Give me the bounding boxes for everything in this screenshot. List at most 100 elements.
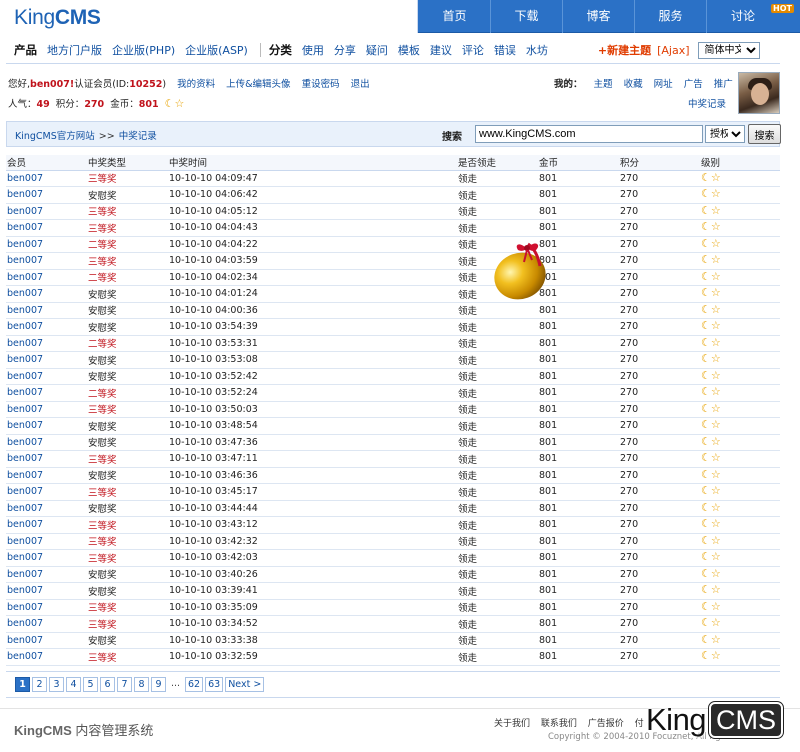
- member-link[interactable]: ben007: [7, 602, 43, 613]
- page-link[interactable]: 4: [66, 677, 81, 692]
- member-link[interactable]: ben007: [7, 635, 43, 646]
- nav-home[interactable]: 首页: [419, 0, 491, 33]
- page-link[interactable]: 2: [32, 677, 47, 692]
- page-link[interactable]: 6: [100, 677, 115, 692]
- member-link[interactable]: ben007: [7, 437, 43, 448]
- my-promotion-link[interactable]: 推广: [714, 79, 733, 90]
- member-link[interactable]: ben007: [7, 206, 43, 217]
- member-link[interactable]: ben007: [7, 486, 43, 497]
- my-urls-link[interactable]: 网址: [654, 79, 673, 90]
- member-link[interactable]: ben007: [7, 618, 43, 629]
- category-link-water[interactable]: 水坊: [526, 42, 548, 58]
- my-ads-link[interactable]: 广告: [684, 79, 703, 90]
- nav-download[interactable]: 下载: [491, 0, 563, 33]
- member-link[interactable]: ben007: [7, 272, 43, 283]
- next-page-button[interactable]: Next >: [225, 677, 265, 692]
- member-link[interactable]: ben007: [7, 173, 43, 184]
- star-icon: ☆: [710, 253, 721, 267]
- member-link[interactable]: ben007: [7, 470, 43, 481]
- moon-icon: ☾: [701, 500, 711, 514]
- language-select[interactable]: 简体中文: [697, 41, 760, 59]
- member-link[interactable]: ben007: [7, 189, 43, 200]
- cell-coins: 801: [538, 533, 619, 550]
- member-link[interactable]: ben007: [7, 536, 43, 547]
- member-link[interactable]: ben007: [7, 404, 43, 415]
- member-link[interactable]: ben007: [7, 387, 43, 398]
- avatar[interactable]: [738, 72, 780, 114]
- star-icon: ☆: [710, 418, 721, 432]
- upload-avatar-link[interactable]: 上传&编辑头像: [226, 79, 290, 90]
- product-link-asp[interactable]: 企业版(ASP): [185, 42, 248, 58]
- page-link[interactable]: 7: [117, 677, 132, 692]
- col-prize-time: 中奖时间: [168, 155, 457, 171]
- category-link-use[interactable]: 使用: [302, 42, 324, 58]
- member-link[interactable]: ben007: [7, 305, 43, 316]
- category-link-error[interactable]: 错误: [494, 42, 516, 58]
- search-input[interactable]: [475, 125, 703, 143]
- member-link[interactable]: ben007: [7, 338, 43, 349]
- member-link[interactable]: ben007: [7, 552, 43, 563]
- table-row: ben007 安慰奖 10-10-10 03:53:08 领走 801 270 ☾☆: [6, 351, 780, 369]
- member-link[interactable]: ben007: [7, 420, 43, 431]
- page-link[interactable]: 63: [205, 677, 224, 692]
- footer-contact-link[interactable]: 联系我们: [541, 719, 577, 729]
- nav-discuss[interactable]: 讨论: [707, 0, 779, 33]
- member-link[interactable]: ben007: [7, 585, 43, 596]
- nav-blog[interactable]: 博客: [563, 0, 635, 33]
- breadcrumb-current[interactable]: 中奖记录: [119, 131, 157, 142]
- reset-password-link[interactable]: 重设密码: [302, 79, 340, 90]
- breadcrumb-home[interactable]: KingCMS官方网站: [15, 131, 95, 142]
- golden-egg-icon[interactable]: [490, 238, 556, 302]
- member-link[interactable]: ben007: [7, 569, 43, 580]
- my-links: 我的： 主题 收藏 网址 广告 推广: [554, 76, 733, 90]
- category-link-question[interactable]: 疑问: [366, 42, 388, 58]
- cell-prize-type: 安慰奖: [87, 632, 168, 649]
- member-link[interactable]: ben007: [7, 651, 43, 662]
- member-link[interactable]: ben007: [7, 288, 43, 299]
- page-link[interactable]: 3: [49, 677, 64, 692]
- cell-member: ben007: [6, 252, 87, 270]
- member-link[interactable]: ben007: [7, 371, 43, 382]
- category-link-template[interactable]: 模板: [398, 42, 420, 58]
- footer-pay-link[interactable]: 付: [635, 719, 644, 729]
- cell-claimed: 领走: [457, 368, 538, 385]
- moon-icon: ☾: [701, 220, 711, 234]
- cell-prize-time: 10-10-10 03:46:36: [168, 467, 457, 484]
- page-current[interactable]: 1: [15, 677, 30, 692]
- member-link[interactable]: ben007: [7, 453, 43, 464]
- cell-member: ben007: [6, 467, 87, 484]
- my-topics-link[interactable]: 主题: [594, 79, 613, 90]
- member-link[interactable]: ben007: [7, 519, 43, 530]
- page-link[interactable]: 5: [83, 677, 98, 692]
- footer-ads-link[interactable]: 广告报价: [588, 719, 624, 729]
- search-scope-select[interactable]: 授权: [705, 125, 745, 143]
- lottery-record-link[interactable]: 中奖记录: [688, 96, 726, 110]
- new-topic-button[interactable]: +新建主题: [598, 42, 651, 58]
- product-link-portal[interactable]: 地方门户版: [47, 42, 102, 58]
- my-favorites-link[interactable]: 收藏: [624, 79, 643, 90]
- category-link-review[interactable]: 评论: [462, 42, 484, 58]
- member-link[interactable]: ben007: [7, 503, 43, 514]
- member-link[interactable]: ben007: [7, 354, 43, 365]
- ajax-link[interactable]: [Ajax]: [657, 44, 689, 57]
- my-profile-link[interactable]: 我的资料: [177, 79, 215, 90]
- member-link[interactable]: ben007: [7, 255, 43, 266]
- product-link-php[interactable]: 企业版(PHP): [112, 42, 175, 58]
- logout-link[interactable]: 退出: [351, 79, 370, 90]
- cell-prize-type: 二等奖: [87, 335, 168, 352]
- nav-service[interactable]: 服务: [635, 0, 707, 33]
- member-link[interactable]: ben007: [7, 222, 43, 233]
- site-logo[interactable]: KingCMS: [14, 6, 101, 30]
- cell-prize-type: 三等奖: [87, 203, 168, 220]
- footer-about-link[interactable]: 关于我们: [494, 719, 530, 729]
- page-link[interactable]: 8: [134, 677, 149, 692]
- member-link[interactable]: ben007: [7, 239, 43, 250]
- category-link-share[interactable]: 分享: [334, 42, 356, 58]
- search-button[interactable]: 搜索: [748, 124, 781, 144]
- cell-coins: 801: [538, 566, 619, 583]
- member-link[interactable]: ben007: [7, 321, 43, 332]
- category-link-suggest[interactable]: 建议: [430, 42, 452, 58]
- page-link[interactable]: 9: [151, 677, 166, 692]
- cell-prize-time: 10-10-10 04:06:42: [168, 186, 457, 204]
- page-link[interactable]: 62: [185, 677, 204, 692]
